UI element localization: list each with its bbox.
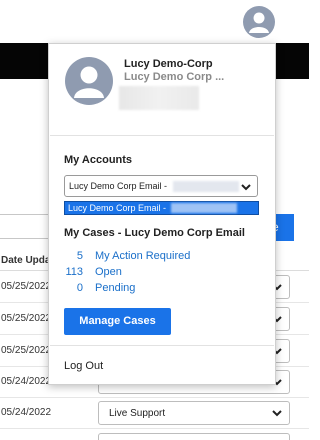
user-avatar-icon[interactable] [243, 6, 275, 38]
user-menu-dropdown: Lucy Demo-Corp Lucy Demo Corp ... My Acc… [48, 43, 276, 385]
table-row [0, 429, 309, 440]
case-link-action-required[interactable]: 5 My Action Required [49, 250, 269, 264]
user-avatar-icon [65, 57, 113, 105]
profile-name: Lucy Demo-Corp [124, 58, 213, 70]
date-cell: 05/25/2022 [1, 313, 52, 324]
status-select[interactable] [98, 433, 290, 440]
redacted-account-id [171, 203, 237, 213]
date-cell: 05/25/2022 [1, 281, 52, 292]
case-link-pending[interactable]: 0 Pending [49, 282, 269, 296]
date-cell: 05/24/2022 [1, 407, 52, 418]
table-row: 05/24/2022 Live Support [0, 397, 309, 429]
date-cell: 05/24/2022 [1, 376, 52, 387]
case-link-open[interactable]: 113 Open [49, 266, 269, 280]
my-cases-title: My Cases - Lucy Demo Corp Email [64, 227, 245, 239]
manage-cases-button[interactable]: Manage Cases [64, 308, 171, 335]
chevron-down-icon [241, 184, 251, 191]
my-accounts-title: My Accounts [64, 154, 133, 166]
redacted-account-id [173, 181, 239, 192]
account-select[interactable]: Lucy Demo Corp Email - [64, 175, 258, 197]
date-cell: 05/25/2022 [1, 345, 52, 356]
chevron-down-icon [272, 410, 282, 417]
divider [50, 345, 274, 346]
divider [50, 135, 274, 136]
log-out-link[interactable]: Log Out [64, 360, 103, 372]
redacted-email [119, 86, 199, 110]
status-select[interactable]: Live Support [98, 401, 290, 425]
account-option[interactable]: Lucy Demo Corp Email - [64, 201, 259, 215]
profile-org: Lucy Demo Corp ... [124, 71, 225, 83]
